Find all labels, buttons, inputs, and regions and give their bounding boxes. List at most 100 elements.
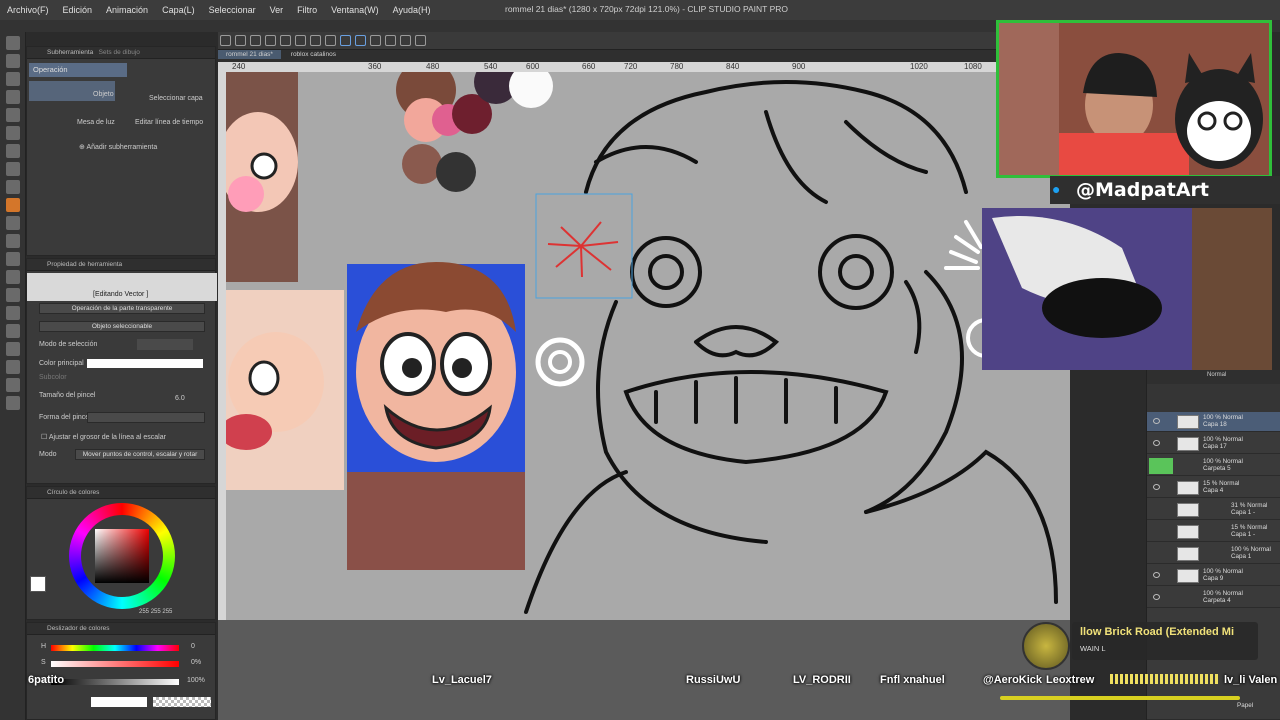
text-tool-icon[interactable] xyxy=(6,360,20,374)
tab-rommel[interactable]: rommel 21 dias* xyxy=(218,50,281,59)
subtool-light-table[interactable]: Mesa de luz xyxy=(77,119,115,126)
layer-row[interactable]: 15 % Normal Capa 4 xyxy=(1147,478,1280,498)
mode-dropdown[interactable]: Mover puntos de control, escalar y rotar xyxy=(75,449,205,460)
value-slider[interactable] xyxy=(51,679,179,685)
subtool-object[interactable]: Objeto xyxy=(29,81,115,101)
eye-icon[interactable] xyxy=(1153,418,1160,424)
ruler-tick: 660 xyxy=(582,62,596,71)
progress-bar xyxy=(1000,696,1240,700)
adjust-thickness-checkbox[interactable]: ☐ Ajustar el grosor de la línea al escal… xyxy=(41,433,166,441)
move-layer-tool-icon[interactable] xyxy=(6,90,20,104)
flip-icon[interactable] xyxy=(385,35,396,46)
layer-row[interactable]: 100 % Normal Carpeta 4 xyxy=(1147,588,1280,608)
subtool-edit-timeline[interactable]: Editar línea de tiempo xyxy=(135,119,203,126)
open-icon[interactable] xyxy=(235,35,246,46)
drawing-sets-tab[interactable]: Sets de dibujo xyxy=(99,49,140,56)
blend-tool-icon[interactable] xyxy=(6,270,20,284)
hue-value[interactable]: 0 xyxy=(191,643,195,650)
menu-view[interactable]: Ver xyxy=(263,5,291,15)
lasso-tool-icon[interactable] xyxy=(6,108,20,122)
brush-size-value[interactable]: 6.0 xyxy=(175,395,185,402)
viewer-name: RussiUwU xyxy=(686,674,741,686)
new-icon[interactable] xyxy=(220,35,231,46)
layer-row[interactable]: 100 % Normal Carpeta 5 xyxy=(1147,456,1280,476)
auto-select-tool-icon[interactable] xyxy=(6,126,20,140)
hue-slider[interactable] xyxy=(51,645,179,651)
transparent-op-dropdown[interactable]: Operación de la parte transparente xyxy=(39,303,205,314)
snap-grid-icon[interactable] xyxy=(355,35,366,46)
eyedropper-tool-icon[interactable] xyxy=(6,144,20,158)
clear-icon[interactable] xyxy=(295,35,306,46)
redo-icon[interactable] xyxy=(280,35,291,46)
menu-edit[interactable]: Edición xyxy=(56,5,100,15)
palette-swatch xyxy=(402,144,442,184)
current-color-bar[interactable] xyxy=(91,697,147,707)
layer-row[interactable]: 100 % Normal Capa 1 xyxy=(1147,544,1280,564)
frame-tool-icon[interactable] xyxy=(6,342,20,356)
save-icon[interactable] xyxy=(250,35,261,46)
menu-select[interactable]: Seleccionar xyxy=(202,5,263,15)
menu-layer[interactable]: Capa(L) xyxy=(155,5,202,15)
layer-thumbnail xyxy=(1177,503,1199,517)
menu-file[interactable]: Archivo(F) xyxy=(0,5,56,15)
selection-mode-buttons[interactable] xyxy=(137,339,193,350)
blend-mode-dropdown[interactable]: Normal xyxy=(1207,372,1226,378)
eye-icon[interactable] xyxy=(1153,484,1160,490)
tab-roblox[interactable]: roblox catalinos xyxy=(283,50,344,59)
zoom-tool-icon[interactable] xyxy=(6,36,20,50)
settings-icon[interactable] xyxy=(415,35,426,46)
brush-shape-dropdown[interactable] xyxy=(87,412,205,423)
deselect-icon[interactable] xyxy=(325,35,336,46)
eye-icon[interactable] xyxy=(1153,594,1160,600)
vertical-ruler xyxy=(218,72,226,620)
ruler-tick: 720 xyxy=(624,62,638,71)
transform-icon[interactable] xyxy=(310,35,321,46)
undo-icon[interactable] xyxy=(265,35,276,46)
layer-row[interactable]: 31 % Normal Capa 1 - xyxy=(1147,500,1280,520)
layer-thumbnail xyxy=(1177,569,1199,583)
layer-row[interactable]: Papel xyxy=(1147,700,1280,720)
figure-tool-icon[interactable] xyxy=(6,324,20,338)
layer-thumbnail xyxy=(1177,481,1199,495)
value-value[interactable]: 100% xyxy=(187,677,205,684)
menu-filter[interactable]: Filtro xyxy=(290,5,324,15)
selectable-dropdown[interactable]: Objeto seleccionable xyxy=(39,321,205,332)
saturation-value[interactable]: 0% xyxy=(191,659,201,666)
pencil-tool-icon[interactable] xyxy=(6,180,20,194)
saturation-box[interactable] xyxy=(95,529,149,583)
foreground-color-swatch[interactable] xyxy=(30,576,46,592)
subtool-select-layer[interactable]: Seleccionar capa xyxy=(149,95,203,102)
operation-tool-icon[interactable] xyxy=(6,72,20,86)
eraser-tool-icon[interactable] xyxy=(6,252,20,266)
menu-animation[interactable]: Animación xyxy=(99,5,155,15)
balloon-tool-icon[interactable] xyxy=(6,378,20,392)
drawing-canvas[interactable] xyxy=(226,72,1070,620)
subtool-tab[interactable]: Subherramienta xyxy=(47,49,93,56)
gradient-tool-icon[interactable] xyxy=(6,306,20,320)
airbrush-tool-icon[interactable] xyxy=(6,216,20,230)
snap-icon[interactable] xyxy=(340,35,351,46)
pen-tool-icon[interactable] xyxy=(6,162,20,176)
layer-row[interactable]: 100 % Normal Capa 17 xyxy=(1147,434,1280,454)
brush-tool-icon[interactable] xyxy=(6,198,20,212)
layer-row[interactable]: 15 % Normal Capa 1 - xyxy=(1147,522,1280,542)
transparent-color-bar[interactable] xyxy=(153,697,211,707)
ruler-icon[interactable] xyxy=(400,35,411,46)
move-tool-icon[interactable] xyxy=(6,54,20,68)
add-subtool-button[interactable]: ⊕ Añadir subherramienta xyxy=(79,143,157,151)
layer-row[interactable]: 100 % Normal Capa 9 xyxy=(1147,566,1280,586)
fill-tool-icon[interactable] xyxy=(6,288,20,302)
layer-row[interactable]: 100 % Normal Capa 18 xyxy=(1147,412,1280,432)
subtool-group-operation[interactable]: Operación xyxy=(29,63,127,77)
rotate-icon[interactable] xyxy=(370,35,381,46)
menu-help[interactable]: Ayuda(H) xyxy=(386,5,438,15)
main-color-swatch[interactable] xyxy=(87,359,203,368)
ruler-tool-icon[interactable] xyxy=(6,396,20,410)
saturation-slider[interactable] xyxy=(51,661,179,667)
menu-window[interactable]: Ventana(W) xyxy=(324,5,386,15)
color-wheel[interactable] xyxy=(69,503,175,609)
eye-icon[interactable] xyxy=(1153,572,1160,578)
decoration-tool-icon[interactable] xyxy=(6,234,20,248)
layer-panel: Normal 100 % Normal Capa 18 100 % Normal C… xyxy=(1146,370,1280,720)
eye-icon[interactable] xyxy=(1153,440,1160,446)
